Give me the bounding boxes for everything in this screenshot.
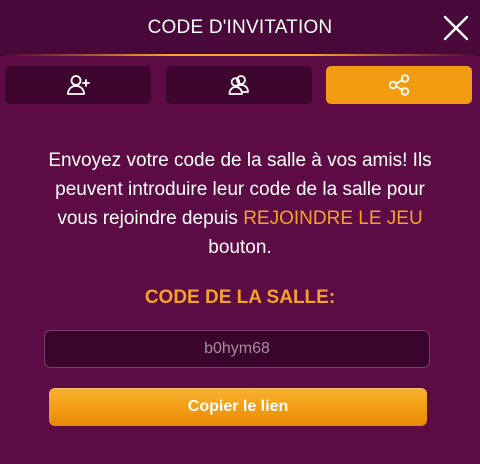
dialog-header: CODE D'INVITATION [0,0,480,56]
header-divider [0,54,480,56]
close-icon [443,15,469,41]
share-icon [388,74,410,96]
close-button[interactable] [442,14,470,42]
add-user-icon [67,75,90,95]
invitation-dialog: CODE D'INVITATION Envoyez votre code de … [0,0,480,464]
tab-bar [5,66,473,104]
room-code-field[interactable]: b0hym68 [44,330,430,368]
tab-share[interactable] [326,66,472,104]
invitation-message: Envoyez votre code de la salle à vos ami… [40,146,440,262]
copy-link-button[interactable]: Copier le lien [49,388,427,426]
tab-friends[interactable] [166,66,312,104]
room-code-label: CODE DE LA SALLE: [144,287,336,308]
join-game-highlight: REJOINDRE LE JEU [243,208,423,229]
tab-add-user[interactable] [5,66,151,104]
message-text-after: bouton. [208,237,272,258]
dialog-title: CODE D'INVITATION [147,17,333,38]
friends-icon [228,75,249,95]
